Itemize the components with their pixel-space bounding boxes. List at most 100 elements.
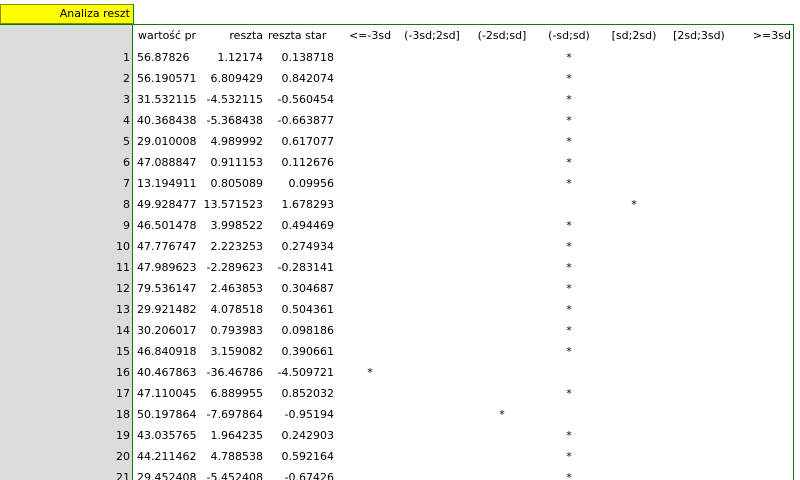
- cell-fitted-value[interactable]: 47.776747: [137, 236, 203, 257]
- cell-fitted-value[interactable]: 13.194911: [137, 173, 203, 194]
- cell-residual[interactable]: 0.911153: [203, 152, 264, 173]
- cell-fitted-value[interactable]: 30.206017: [137, 320, 203, 341]
- cell-std-residual[interactable]: -0.67426: [266, 467, 334, 480]
- cell-std-residual[interactable]: 0.274934: [266, 236, 335, 257]
- cell-residual[interactable]: 6.809429: [203, 68, 264, 89]
- cell-bin-marker[interactable]: *: [537, 383, 601, 404]
- cell-residual[interactable]: 0.793983: [203, 320, 264, 341]
- cell-bin-marker[interactable]: *: [537, 215, 601, 236]
- cell-std-residual[interactable]: 0.852032: [266, 383, 335, 404]
- cell-residual[interactable]: 13.571523: [203, 194, 264, 215]
- row-number: 9: [123, 219, 130, 232]
- cell-residual[interactable]: 0.805089: [203, 173, 264, 194]
- cell-fitted-value[interactable]: 56.87826: [137, 47, 203, 68]
- row-number: 14: [116, 324, 130, 337]
- cell-fitted-value[interactable]: 56.190571: [137, 68, 203, 89]
- cell-fitted-value[interactable]: 43.035765: [137, 425, 203, 446]
- cell-bin-marker[interactable]: *: [537, 68, 601, 89]
- cell-std-residual[interactable]: 0.138718: [266, 47, 335, 68]
- cell-bin-marker[interactable]: *: [537, 320, 601, 341]
- cell-std-residual[interactable]: 0.504361: [266, 299, 335, 320]
- cell-bin-marker[interactable]: *: [537, 173, 601, 194]
- cell-bin-marker[interactable]: *: [537, 425, 601, 446]
- cell-residual[interactable]: -36.46786: [203, 362, 263, 383]
- cell-bin-marker[interactable]: *: [537, 152, 601, 173]
- cell-fitted-value[interactable]: 44.211462: [137, 446, 203, 467]
- cell-std-residual[interactable]: 0.098186: [266, 320, 335, 341]
- cell-fitted-value[interactable]: 47.110045: [137, 383, 203, 404]
- cell-bin-marker[interactable]: *: [537, 89, 601, 110]
- cell-bin-marker[interactable]: *: [537, 467, 601, 480]
- cell-bin-marker[interactable]: *: [603, 194, 665, 215]
- table-row: 7 13.194911 0.805089 0.09956 *: [0, 173, 794, 194]
- cell-std-residual[interactable]: 1.678293: [266, 194, 335, 215]
- cell-std-residual[interactable]: 0.494469: [266, 215, 335, 236]
- cell-fitted-value[interactable]: 29.921482: [137, 299, 203, 320]
- cell-residual[interactable]: -5.368438: [203, 110, 263, 131]
- cell-bin-marker[interactable]: *: [537, 299, 601, 320]
- row-number: 19: [116, 429, 130, 442]
- cell-residual[interactable]: 1.964235: [203, 425, 264, 446]
- cell-std-residual[interactable]: 0.09956: [266, 173, 335, 194]
- cell-bin-marker[interactable]: *: [537, 257, 601, 278]
- col-header-fitted: wartość pr: [138, 29, 197, 42]
- row-number: 6: [123, 156, 130, 169]
- cell-residual[interactable]: 3.159082: [203, 341, 264, 362]
- table-row: 19 43.035765 1.964235 0.242903 *: [0, 425, 794, 446]
- cell-fitted-value[interactable]: 40.467863: [137, 362, 203, 383]
- cell-bin-marker[interactable]: *: [537, 236, 601, 257]
- cell-residual[interactable]: 2.463853: [203, 278, 264, 299]
- cell-bin-marker[interactable]: *: [537, 341, 601, 362]
- cell-residual[interactable]: 1.12174: [203, 47, 264, 68]
- row-number: 15: [116, 345, 130, 358]
- cell-bin-marker[interactable]: *: [537, 278, 601, 299]
- cell-fitted-value[interactable]: 47.088847: [137, 152, 203, 173]
- cell-fitted-value[interactable]: 46.840918: [137, 341, 203, 362]
- cell-residual[interactable]: -4.532115: [203, 89, 263, 110]
- cell-std-residual[interactable]: -0.560454: [266, 89, 334, 110]
- table-row: 17 47.110045 6.889955 0.852032 *: [0, 383, 794, 404]
- cell-residual[interactable]: 4.078518: [203, 299, 264, 320]
- cell-residual[interactable]: 4.788538: [203, 446, 264, 467]
- cell-residual[interactable]: 6.889955: [203, 383, 264, 404]
- cell-residual[interactable]: -7.697864: [203, 404, 263, 425]
- cell-std-residual[interactable]: 0.842074: [266, 68, 335, 89]
- cell-residual[interactable]: 4.989992: [203, 131, 264, 152]
- row-number: 13: [116, 303, 130, 316]
- cell-fitted-value[interactable]: 31.532115: [137, 89, 203, 110]
- cell-residual[interactable]: 2.223253: [203, 236, 264, 257]
- cell-std-residual[interactable]: -0.283141: [266, 257, 334, 278]
- cell-std-residual[interactable]: 0.390661: [266, 341, 335, 362]
- cell-fitted-value[interactable]: 49.928477: [137, 194, 203, 215]
- cell-fitted-value[interactable]: 40.368438: [137, 110, 203, 131]
- table-row: 20 44.211462 4.788538 0.592164 *: [0, 446, 794, 467]
- cell-bin-marker[interactable]: *: [537, 47, 601, 68]
- cell-bin-marker[interactable]: *: [470, 404, 534, 425]
- sheet-tab[interactable]: Analiza reszt: [0, 4, 134, 24]
- cell-std-residual[interactable]: -0.95194: [266, 404, 334, 425]
- cell-bin-marker[interactable]: *: [340, 362, 400, 383]
- cell-bin-marker[interactable]: *: [537, 110, 601, 131]
- cell-std-residual[interactable]: 0.304687: [266, 278, 335, 299]
- cell-bin-marker[interactable]: *: [537, 131, 601, 152]
- cell-fitted-value[interactable]: 29.010008: [137, 131, 203, 152]
- row-number: 5: [123, 135, 130, 148]
- row-number: 11: [116, 261, 130, 274]
- cell-std-residual[interactable]: -0.663877: [266, 110, 334, 131]
- cell-residual[interactable]: -5.452408: [203, 467, 263, 480]
- cell-residual[interactable]: -2.289623: [203, 257, 263, 278]
- cell-fitted-value[interactable]: 46.501478: [137, 215, 203, 236]
- cell-fitted-value[interactable]: 79.536147: [137, 278, 203, 299]
- cell-fitted-value[interactable]: 47.989623: [137, 257, 203, 278]
- cell-std-residual[interactable]: 0.112676: [266, 152, 335, 173]
- cell-bin-marker[interactable]: *: [537, 446, 601, 467]
- cell-residual[interactable]: 3.998522: [203, 215, 264, 236]
- col-header-bin-7: >=3sd: [752, 29, 791, 42]
- cell-std-residual[interactable]: 0.592164: [266, 446, 335, 467]
- cell-std-residual[interactable]: -4.509721: [266, 362, 334, 383]
- cell-std-residual[interactable]: 0.242903: [266, 425, 335, 446]
- col-header-bin-1: <=-3sd: [348, 29, 392, 42]
- cell-std-residual[interactable]: 0.617077: [266, 131, 335, 152]
- cell-fitted-value[interactable]: 50.197864: [137, 404, 203, 425]
- cell-fitted-value[interactable]: 29.452408: [137, 467, 203, 480]
